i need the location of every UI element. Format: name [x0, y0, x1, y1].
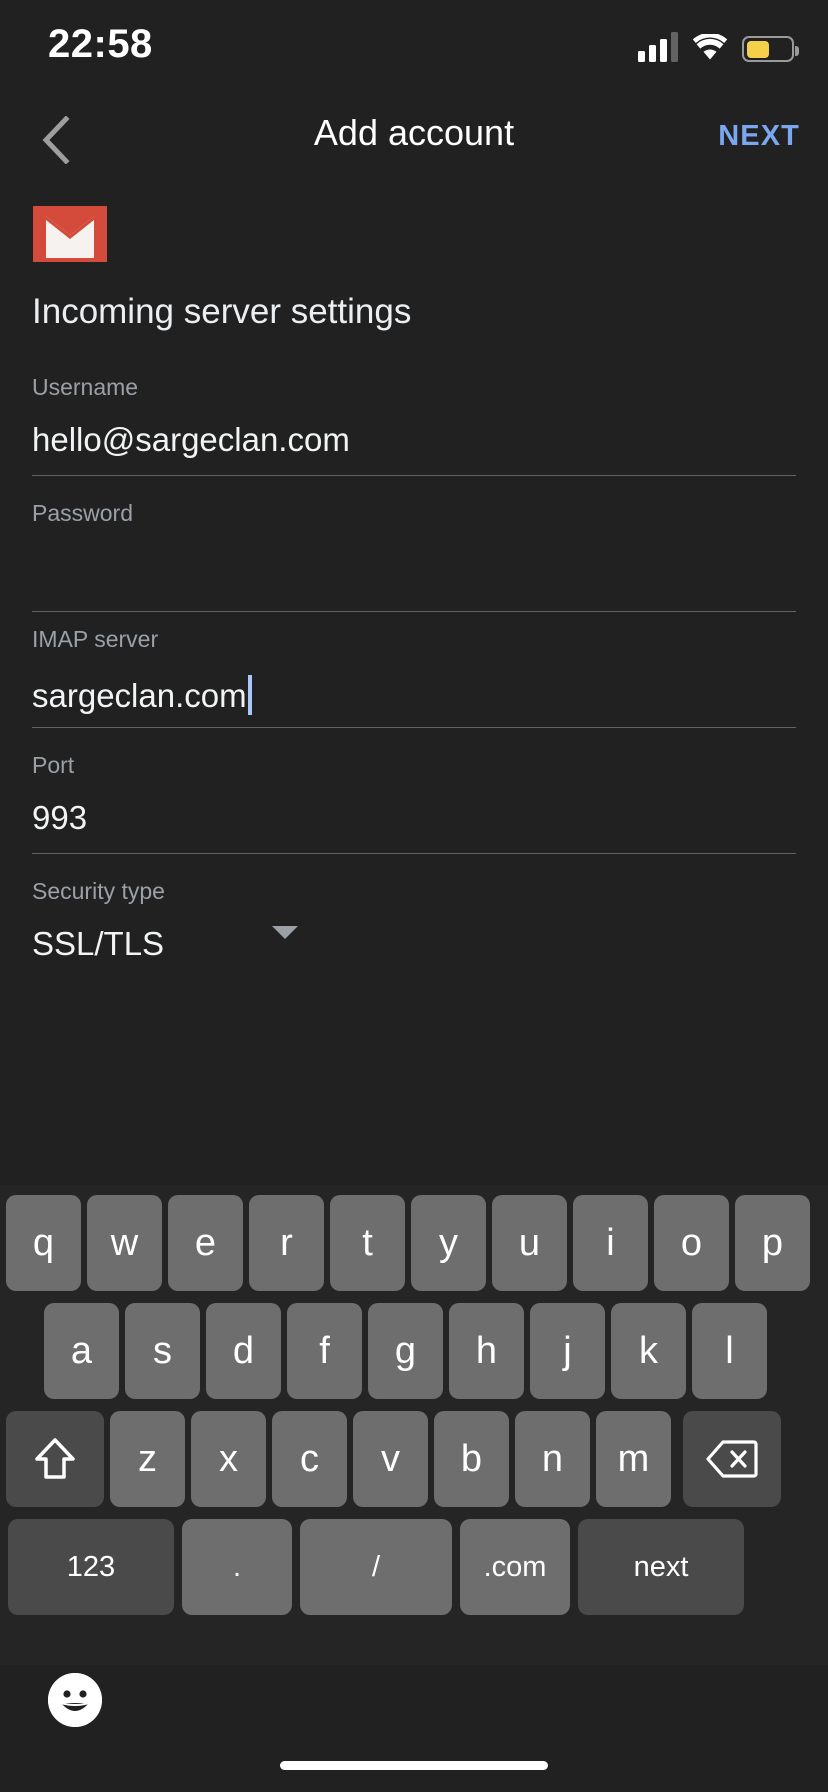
field-underline	[32, 475, 796, 476]
wifi-icon	[692, 32, 728, 62]
key-p[interactable]: p	[735, 1195, 810, 1291]
numeric-mode-key[interactable]: 123	[8, 1519, 174, 1615]
imap-server-input[interactable]: sargeclan.com	[32, 675, 252, 715]
key-q[interactable]: q	[6, 1195, 81, 1291]
page-title: Add account	[313, 112, 515, 153]
backspace-key[interactable]	[683, 1411, 781, 1507]
status-bar-clock: 22:58	[48, 22, 153, 66]
field-label-username: Username	[32, 374, 139, 400]
home-indicator[interactable]	[280, 1761, 548, 1770]
key-z[interactable]: z	[110, 1411, 185, 1507]
key-c[interactable]: c	[272, 1411, 347, 1507]
key-g[interactable]: g	[368, 1303, 443, 1399]
key-s[interactable]: s	[125, 1303, 200, 1399]
keyboard-row-2: asdfghjkl	[0, 1303, 828, 1399]
key-v[interactable]: v	[353, 1411, 428, 1507]
field-username[interactable]: Username hello@sargeclan.com	[32, 376, 796, 476]
gmail-icon	[33, 206, 107, 262]
key-i[interactable]: i	[573, 1195, 648, 1291]
key-x[interactable]: x	[191, 1411, 266, 1507]
key-d[interactable]: d	[206, 1303, 281, 1399]
keyboard-row-4: 123. / .com next	[0, 1519, 828, 1615]
key-h[interactable]: h	[449, 1303, 524, 1399]
key-w[interactable]: w	[87, 1195, 162, 1291]
emoji-smiley-icon[interactable]	[48, 1673, 102, 1727]
key-f[interactable]: f	[287, 1303, 362, 1399]
field-underline	[32, 727, 796, 728]
slash-key[interactable]: /	[300, 1519, 452, 1615]
phone-screen: 22:58 Add account NEXT Incoming server s…	[0, 0, 828, 1792]
field-port[interactable]: Port 993	[32, 754, 796, 854]
key-t[interactable]: t	[330, 1195, 405, 1291]
key-r[interactable]: r	[249, 1195, 324, 1291]
status-bar: 22:58	[0, 0, 828, 92]
field-underline	[32, 611, 796, 612]
key-e[interactable]: e	[168, 1195, 243, 1291]
keyboard-row-3: zxcvbnm	[0, 1411, 828, 1507]
field-label-password: Password	[32, 500, 133, 526]
imap-server-value: sargeclan.com	[32, 677, 247, 714]
backspace-delete-icon	[706, 1439, 758, 1479]
key-u[interactable]: u	[492, 1195, 567, 1291]
section-title: Incoming server settings	[32, 292, 412, 331]
username-input[interactable]: hello@sargeclan.com	[32, 423, 350, 457]
key-y[interactable]: y	[411, 1195, 486, 1291]
period-key[interactable]: .	[182, 1519, 292, 1615]
keyboard-row-1: qwertyuiop	[0, 1195, 828, 1291]
port-input[interactable]: 993	[32, 801, 87, 835]
battery-low-power-icon	[742, 36, 799, 62]
key-k[interactable]: k	[611, 1303, 686, 1399]
cellular-signal-icon	[638, 32, 678, 62]
dot-com-key[interactable]: .com	[460, 1519, 570, 1615]
key-j[interactable]: j	[530, 1303, 605, 1399]
key-l[interactable]: l	[692, 1303, 767, 1399]
next-action-key[interactable]: next	[578, 1519, 744, 1615]
security-type-value[interactable]: SSL/TLS	[32, 927, 164, 961]
status-bar-indicators	[638, 28, 799, 62]
text-caret	[247, 675, 252, 715]
keyboard-letters-row-3: zxcvbnm	[110, 1411, 671, 1507]
key-o[interactable]: o	[654, 1195, 729, 1291]
shift-up-arrow-icon	[34, 1437, 76, 1481]
key-a[interactable]: a	[44, 1303, 119, 1399]
app-bar: Add account NEXT	[0, 92, 828, 188]
shift-key[interactable]	[6, 1411, 104, 1507]
field-label-imap-server: IMAP server	[32, 626, 159, 652]
field-password[interactable]: Password	[32, 502, 796, 612]
next-button[interactable]: NEXT	[718, 120, 800, 153]
key-m[interactable]: m	[596, 1411, 671, 1507]
key-n[interactable]: n	[515, 1411, 590, 1507]
field-underline	[32, 853, 796, 854]
on-screen-keyboard: qwertyuiop asdfghjkl zxcvbnm 123 . / .co…	[0, 1185, 828, 1665]
field-label-security-type: Security type	[32, 878, 165, 904]
chevron-down-icon[interactable]	[272, 926, 298, 939]
field-imap-server[interactable]: IMAP server sargeclan.com	[32, 628, 796, 728]
field-security-type[interactable]: Security type SSL/TLS	[32, 880, 796, 980]
key-b[interactable]: b	[434, 1411, 509, 1507]
field-label-port: Port	[32, 752, 75, 778]
